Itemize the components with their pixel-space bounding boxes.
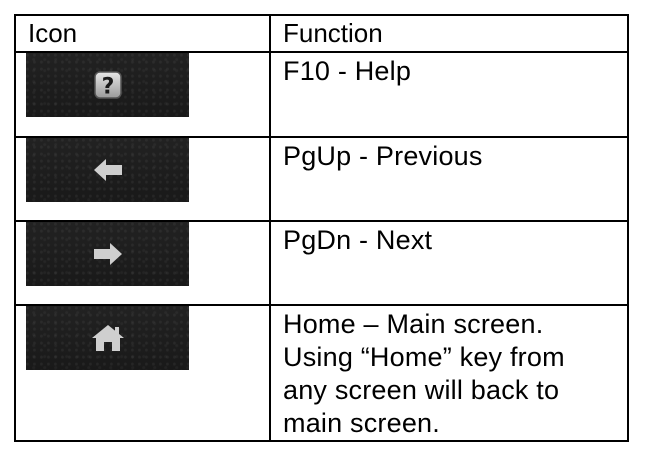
right-arrow-icon [93, 243, 122, 265]
help-button-image: ? [26, 53, 189, 117]
function-text-line: Using “Home” key from [283, 342, 565, 372]
function-text: F10 - Help [283, 56, 412, 86]
function-text: PgUp - Previous [283, 141, 483, 171]
icon-function-table: Icon Function ? F10 - Help PgUp - Previo… [14, 14, 629, 442]
function-cell: Home – Main screen. Using “Home” key fro… [269, 304, 629, 442]
icon-cell [14, 136, 271, 222]
header-icon-cell: Icon [14, 14, 271, 53]
table-row: PgDn - Next [14, 220, 629, 306]
function-text-line: any screen will back to [283, 375, 560, 405]
home-button-image [26, 306, 189, 370]
next-button-image [26, 222, 189, 286]
function-text-line: main screen. [283, 408, 440, 438]
function-text: Home – Main screen. Using “Home” key fro… [271, 306, 627, 440]
table-row: ? F10 - Help [14, 51, 629, 138]
icon-cell [14, 304, 271, 442]
previous-button-image [26, 138, 189, 202]
table-row: PgUp - Previous [14, 136, 629, 222]
left-arrow-icon [93, 159, 122, 181]
svg-text:?: ? [101, 75, 114, 100]
icon-cell [14, 220, 271, 306]
function-text: PgDn - Next [283, 225, 433, 255]
icon-cell: ? [14, 51, 271, 138]
help-icon: ? [93, 71, 122, 100]
header-function-cell: Function [269, 14, 629, 53]
function-cell: PgDn - Next [269, 220, 629, 306]
function-cell: PgUp - Previous [269, 136, 629, 222]
function-cell: F10 - Help [269, 51, 629, 138]
table-header-row: Icon Function [14, 14, 629, 53]
function-text-line: Home – Main screen. [283, 309, 544, 339]
table-row: Home – Main screen. Using “Home” key fro… [14, 304, 629, 442]
home-icon [91, 325, 124, 351]
